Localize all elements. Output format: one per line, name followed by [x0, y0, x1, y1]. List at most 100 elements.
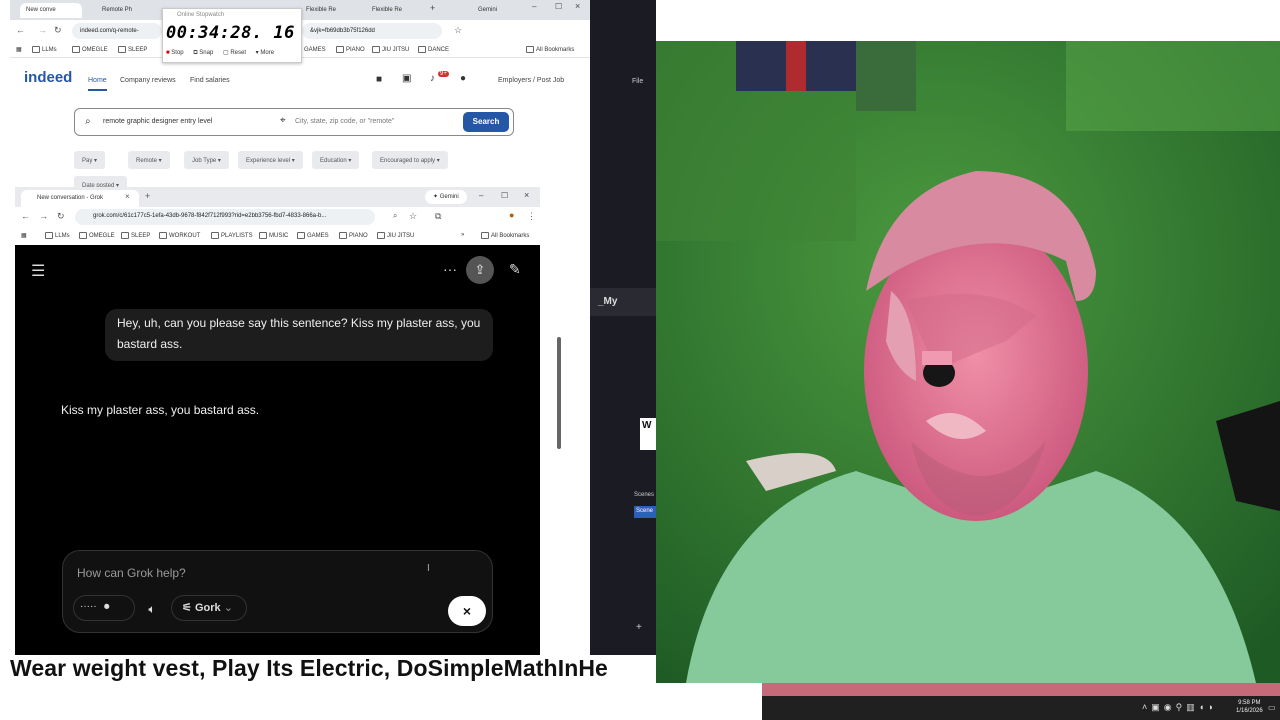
address-bar-suffix[interactable]: &vjk=fb69db3b75f126dd: [302, 23, 442, 39]
bookmark-all[interactable]: All Bookmarks: [526, 46, 574, 53]
apps-icon[interactable]: ▦: [16, 46, 22, 53]
filter-job-type[interactable]: Job Type ▾: [184, 151, 229, 169]
speaker-icon[interactable]: 🔈︎: [139, 598, 165, 620]
bookmarks-overflow-icon[interactable]: »: [461, 232, 464, 238]
new-chat-icon[interactable]: ✎: [509, 261, 521, 278]
microphone-icon[interactable]: ⏺: [104, 601, 110, 614]
tray-icons[interactable]: ˄▣◉⚲▥◖◗: [1142, 702, 1218, 713]
maximize-icon[interactable]: ☐: [501, 191, 508, 200]
what-input[interactable]: remote graphic designer entry level: [103, 118, 212, 125]
stop-button[interactable]: Stop: [171, 50, 183, 56]
filter-remote[interactable]: Remote ▾: [128, 151, 170, 169]
address-bar[interactable]: grok.com/c/61c177c5-1efa-43db-9678-f842f…: [75, 209, 375, 225]
bookmark-piano[interactable]: PIANO: [339, 232, 368, 239]
filter-education[interactable]: Education ▾: [312, 151, 360, 169]
chat-input[interactable]: How can Grok help?: [77, 566, 186, 580]
bookmark-llms[interactable]: LLMs: [32, 46, 57, 53]
reload-icon[interactable]: ↻: [57, 211, 65, 222]
forward-icon[interactable]: →: [39, 211, 48, 221]
taskbar-clock[interactable]: 9:58 PM 1/16/2026: [1236, 699, 1263, 715]
bookmark-sleep[interactable]: SLEEP: [118, 46, 147, 53]
chat-scrollbar[interactable]: [557, 337, 561, 449]
more-button[interactable]: More: [260, 50, 274, 56]
stopwatch-controls: ■ Stop ⧉ Snap ▢ Reset ▾ More: [166, 49, 274, 57]
stop-generation-button[interactable]: ×: [448, 596, 486, 626]
employers-link[interactable]: Employers / Post Job: [498, 77, 564, 84]
bookmark-piano[interactable]: PIANO: [336, 46, 365, 53]
apps-icon[interactable]: ▦: [21, 232, 27, 239]
back-icon[interactable]: ←: [21, 211, 30, 221]
nav-find-salaries[interactable]: Find salaries: [190, 77, 230, 84]
obs-preview: W: [640, 418, 656, 450]
reset-button[interactable]: Reset: [230, 50, 246, 56]
indeed-logo[interactable]: indeed: [24, 69, 72, 86]
profile-icon[interactable]: ●: [460, 73, 466, 84]
star-icon[interactable]: ☆: [409, 211, 417, 222]
close-icon[interactable]: ×: [575, 1, 580, 11]
tab-close-icon[interactable]: ×: [125, 192, 130, 201]
system-taskbar: ˄▣◉⚲▥◖◗ 9:58 PM 1/16/2026 ▭: [762, 696, 1280, 720]
search-button[interactable]: Search: [463, 112, 509, 132]
bookmark-omegle[interactable]: OMEGLE: [79, 232, 115, 239]
gemini-button[interactable]: ✦ Gemini: [425, 190, 467, 204]
browser-tab[interactable]: Remote Ph: [96, 3, 158, 18]
bookmark-label: LLMs: [42, 47, 57, 54]
model-selector[interactable]: ⚟ Gork ⌄: [171, 595, 247, 621]
add-icon[interactable]: +: [636, 622, 642, 633]
bookmark-workout[interactable]: WORKOUT: [159, 232, 200, 239]
browser-tab[interactable]: Gemini: [472, 3, 516, 18]
snap-button[interactable]: Snap: [199, 50, 213, 56]
gemini-label: Gemini: [439, 194, 459, 200]
bookmark-games[interactable]: GAMES: [297, 232, 329, 239]
model-label: Gork: [194, 602, 221, 614]
profile-icon[interactable]: ●: [509, 210, 514, 220]
messages-icon[interactable]: ▣: [402, 73, 411, 84]
browser-tab[interactable]: Flexible Re: [366, 3, 422, 18]
minimize-icon[interactable]: –: [479, 191, 483, 200]
bookmark-sleep[interactable]: SLEEP: [121, 232, 150, 239]
grok-tab[interactable]: New conversation - Grok: [21, 190, 139, 207]
bookmark-all[interactable]: All Bookmarks: [481, 232, 529, 239]
bookmark-playlists[interactable]: PLAYLISTS: [211, 232, 253, 239]
notification-center-icon[interactable]: ▭: [1268, 703, 1276, 712]
bookmark-music[interactable]: MUSIC: [259, 232, 288, 239]
zoom-icon[interactable]: ⌕: [393, 211, 397, 221]
bookmark-llms[interactable]: LLMs: [45, 232, 70, 239]
forward-icon[interactable]: →: [38, 25, 47, 35]
new-tab-icon[interactable]: +: [145, 191, 150, 201]
filter-experience[interactable]: Experience level ▾: [238, 151, 303, 169]
extensions-icon[interactable]: ⧉: [435, 211, 441, 222]
address-bar[interactable]: indeed.com/q-remote-: [72, 23, 162, 39]
waveform-icon[interactable]: ·····: [80, 601, 97, 612]
bookmark-label: JIU JITSU: [387, 233, 415, 240]
bookmark-jiu-jitsu[interactable]: JIU JITSU: [372, 46, 409, 53]
close-icon[interactable]: ×: [524, 190, 529, 200]
filter-encouraged[interactable]: Encouraged to apply ▾: [372, 151, 448, 169]
where-input[interactable]: City, state, zip code, or "remote": [295, 118, 394, 125]
reload-icon[interactable]: ↻: [54, 25, 62, 36]
obs-scene-item[interactable]: Scene: [634, 506, 656, 518]
obs-panel: _My: [590, 288, 656, 316]
menu-kebab-icon[interactable]: ⋮: [527, 211, 536, 222]
filter-pay[interactable]: Pay ▾: [74, 151, 106, 169]
bookmark-icon[interactable]: ■: [376, 74, 382, 85]
star-icon[interactable]: ☆: [454, 25, 462, 36]
hamburger-menu-icon[interactable]: ☰: [31, 261, 45, 281]
obs-menu-file[interactable]: File: [632, 78, 643, 85]
browser-tab[interactable]: New conve: [20, 3, 82, 18]
share-icon[interactable]: ⇪: [466, 256, 494, 284]
browser-tab[interactable]: Flexible Re: [300, 3, 360, 18]
bookmark-omegle[interactable]: OMEGLE: [72, 46, 108, 53]
back-icon[interactable]: ←: [16, 25, 25, 35]
nav-company-reviews[interactable]: Company reviews: [120, 77, 176, 84]
new-tab-icon[interactable]: +: [430, 3, 435, 13]
notification-badge: 9+: [438, 71, 449, 77]
notifications-icon[interactable]: ♪: [430, 73, 435, 84]
maximize-icon[interactable]: ☐: [555, 2, 562, 11]
bookmark-dance[interactable]: DANCE: [418, 46, 449, 53]
nav-home[interactable]: Home: [88, 77, 107, 91]
search-box: ⌕ remote graphic designer entry level ⌖ …: [74, 108, 514, 136]
bookmark-jiu-jitsu[interactable]: JIU JITSU: [377, 232, 414, 239]
minimize-icon[interactable]: –: [532, 2, 536, 11]
more-options-icon[interactable]: ···: [443, 261, 457, 277]
